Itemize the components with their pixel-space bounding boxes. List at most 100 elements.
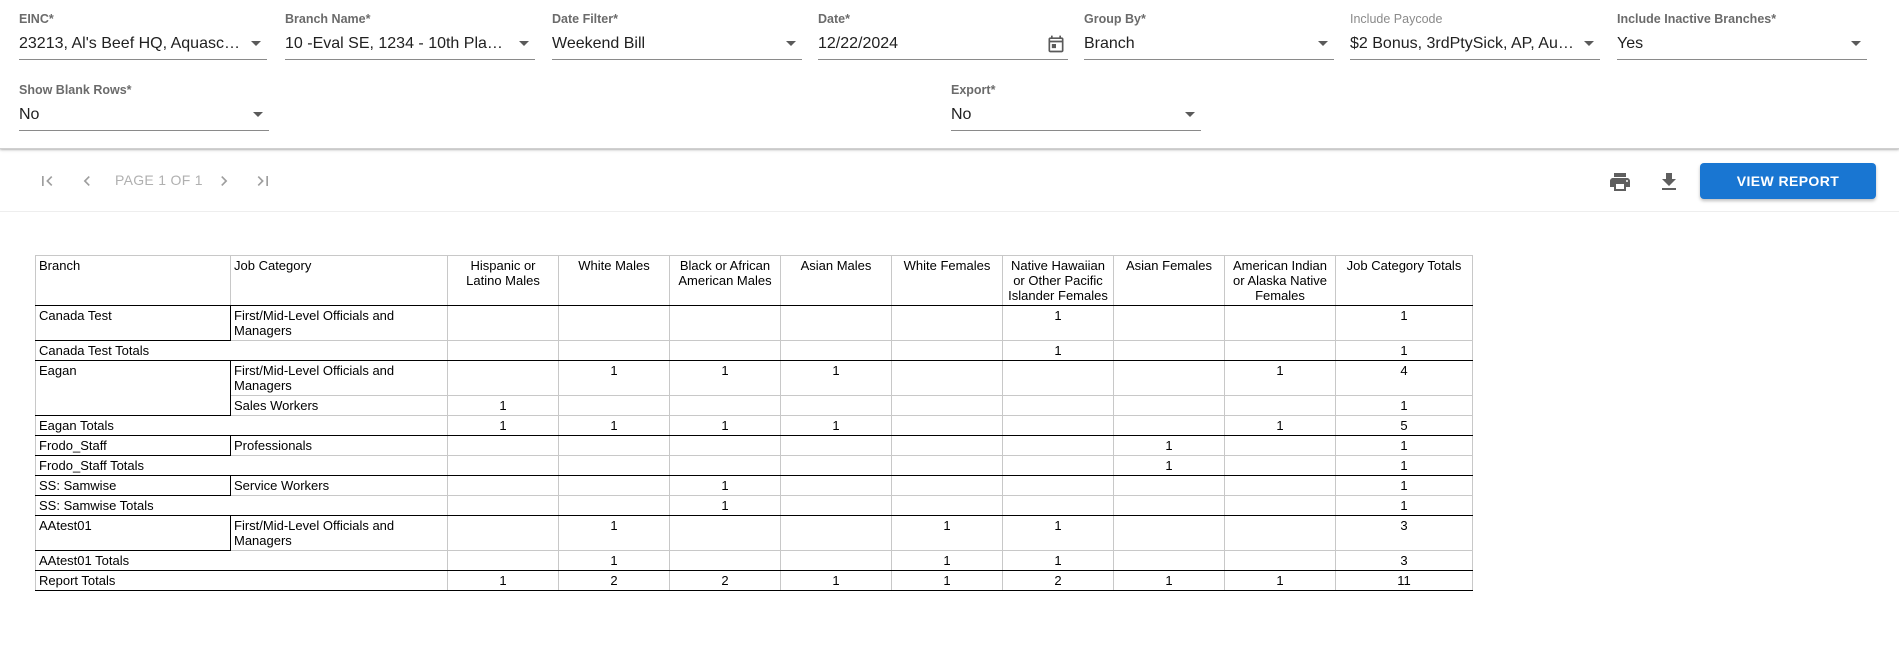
value-cell: 3 xyxy=(1335,515,1473,551)
report-area: Branch Job Category Hispanic or Latino M… xyxy=(0,211,1899,671)
branch-total-row: Frodo_Staff Totals 1 1 xyxy=(35,455,1473,476)
grand-total-cell: 2 xyxy=(1002,570,1114,591)
value-cell xyxy=(891,305,1003,341)
header-col: Black or African American Males xyxy=(669,255,781,306)
total-cell xyxy=(1224,340,1336,361)
branch-cell: Frodo_Staff xyxy=(35,435,231,456)
show-blank-rows-select[interactable]: Show Blank Rows* No xyxy=(19,83,269,139)
branch-total-label: Eagan Totals xyxy=(35,415,448,436)
value-cell xyxy=(1002,360,1114,396)
total-cell: 1 xyxy=(558,415,670,436)
total-cell xyxy=(447,495,559,516)
table-row: Frodo_Staff Professionals 1 1 xyxy=(35,435,1473,456)
branch-total-row: Eagan Totals 1 1 1 1 1 5 xyxy=(35,415,1473,436)
value-cell xyxy=(1224,515,1336,551)
first-page-icon[interactable] xyxy=(36,170,58,192)
branch-cell: Eagan xyxy=(35,360,231,416)
view-report-button[interactable]: VIEW REPORT xyxy=(1700,163,1876,199)
date-filter-value-box[interactable]: Weekend Bill xyxy=(552,32,802,60)
group-by-value-box[interactable]: Branch xyxy=(1084,32,1334,60)
table-row: SS: Samwise Service Workers 1 1 xyxy=(35,475,1473,496)
date-filter-select[interactable]: Date Filter* Weekend Bill xyxy=(552,12,802,68)
total-cell xyxy=(1113,495,1225,516)
total-cell: 1 xyxy=(447,415,559,436)
export-select[interactable]: Export* No xyxy=(951,83,1201,139)
value-cell: 1 xyxy=(1335,305,1473,341)
branch-name-select[interactable]: Branch Name* 10 -Eval SE, 1234 - 10th Pl… xyxy=(285,12,535,68)
total-cell: 1 xyxy=(1224,415,1336,436)
branch-total-row: Canada Test Totals 1 1 xyxy=(35,340,1473,361)
export-value-box[interactable]: No xyxy=(951,103,1201,131)
include-inactive-value: Yes xyxy=(1617,34,1644,52)
value-cell xyxy=(1113,360,1225,396)
total-cell: 3 xyxy=(1335,550,1473,571)
value-cell: 1 xyxy=(1335,435,1473,456)
value-cell xyxy=(1113,475,1225,496)
branch-cell: Canada Test xyxy=(35,305,231,341)
show-blank-rows-value-box[interactable]: No xyxy=(19,103,269,131)
einc-select[interactable]: EINC* 23213, Al's Beef HQ, Aquasca... xyxy=(19,12,267,68)
report-total-label: Report Totals xyxy=(35,570,448,591)
value-cell xyxy=(558,475,670,496)
value-cell: 1 xyxy=(669,360,781,396)
value-cell xyxy=(669,515,781,551)
chevron-down-icon xyxy=(1584,41,1594,46)
total-cell xyxy=(1002,415,1114,436)
prev-page-icon[interactable] xyxy=(76,170,98,192)
branch-name-value-box[interactable]: 10 -Eval SE, 1234 - 10th Plane... xyxy=(285,32,535,60)
branch-name-value: 10 -Eval SE, 1234 - 10th Plane... xyxy=(285,34,509,52)
job-category-cell: First/Mid-Level Officials and Managers xyxy=(230,515,448,551)
include-paycode-value-box[interactable]: $2 Bonus, 3rdPtySick, AP, Auo... xyxy=(1350,32,1600,60)
print-icon[interactable] xyxy=(1607,169,1633,195)
value-cell xyxy=(558,435,670,456)
value-cell xyxy=(1113,515,1225,551)
include-inactive-value-box[interactable]: Yes xyxy=(1617,32,1867,60)
total-cell: 1 xyxy=(669,415,781,436)
value-cell: 1 xyxy=(1335,475,1473,496)
grand-total-cell: 1 xyxy=(447,570,559,591)
value-cell xyxy=(447,435,559,456)
include-inactive-label: Include Inactive Branches* xyxy=(1617,12,1777,26)
einc-value-box[interactable]: 23213, Al's Beef HQ, Aquasca... xyxy=(19,32,267,60)
date-field[interactable]: Date* 12/22/2024 xyxy=(818,12,1068,68)
value-cell xyxy=(1224,395,1336,416)
header-col: American Indian or Alaska Native Females xyxy=(1224,255,1336,306)
download-icon[interactable] xyxy=(1656,169,1682,195)
total-cell xyxy=(891,415,1003,436)
header-col: White Males xyxy=(558,255,670,306)
filter-panel: EINC* 23213, Al's Beef HQ, Aquasca... Br… xyxy=(0,0,1899,149)
include-paycode-value: $2 Bonus, 3rdPtySick, AP, Auo... xyxy=(1350,34,1574,52)
value-cell xyxy=(780,435,892,456)
value-cell xyxy=(1002,435,1114,456)
value-cell: 4 xyxy=(1335,360,1473,396)
value-cell: 1 xyxy=(558,515,670,551)
include-paycode-select[interactable]: Include Paycode $2 Bonus, 3rdPtySick, AP… xyxy=(1350,12,1600,68)
total-cell: 1 xyxy=(669,495,781,516)
value-cell xyxy=(780,305,892,341)
total-cell xyxy=(1224,495,1336,516)
total-cell xyxy=(558,455,670,476)
include-inactive-select[interactable]: Include Inactive Branches* Yes xyxy=(1617,12,1867,68)
total-cell xyxy=(780,550,892,571)
group-by-select[interactable]: Group By* Branch xyxy=(1084,12,1334,68)
value-cell xyxy=(1113,395,1225,416)
chevron-down-icon xyxy=(786,41,796,46)
value-cell xyxy=(669,305,781,341)
value-cell xyxy=(1113,305,1225,341)
total-cell xyxy=(558,340,670,361)
next-page-icon[interactable] xyxy=(213,170,235,192)
value-cell xyxy=(1224,435,1336,456)
value-cell: 1 xyxy=(558,360,670,396)
calendar-icon[interactable] xyxy=(1046,34,1066,54)
date-input[interactable]: 12/22/2024 xyxy=(818,32,1068,60)
header-branch: Branch xyxy=(35,255,231,306)
date-filter-label: Date Filter* xyxy=(552,12,618,26)
group-by-label: Group By* xyxy=(1084,12,1146,26)
total-cell xyxy=(780,455,892,476)
total-cell xyxy=(1113,550,1225,571)
table-row: Eagan First/Mid-Level Officials and Manag… xyxy=(35,360,1473,416)
last-page-icon[interactable] xyxy=(252,170,274,192)
branch-total-row: SS: Samwise Totals 1 1 xyxy=(35,495,1473,516)
date-label: Date* xyxy=(818,12,850,26)
branch-total-label: SS: Samwise Totals xyxy=(35,495,448,516)
